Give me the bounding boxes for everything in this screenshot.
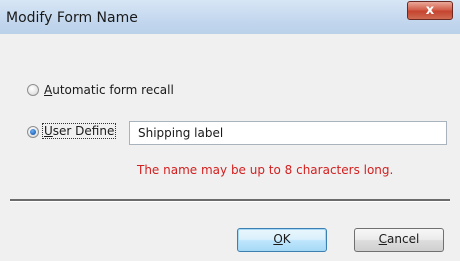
cancel-button[interactable]: Cancel (354, 228, 444, 252)
name-length-hint: The name may be up to 8 characters long. (137, 163, 394, 177)
ok-button[interactable]: OK (237, 228, 327, 252)
automatic-form-recall-radio[interactable] (27, 84, 39, 96)
automatic-form-recall-label[interactable]: Automatic form recall (44, 83, 174, 97)
user-define-label[interactable]: User Define (41, 123, 117, 139)
modify-form-name-dialog: Modify Form Name x Automatic form recall… (0, 0, 460, 261)
user-define-hotkey-letter: U (44, 124, 53, 138)
user-define-label-text: ser Define (52, 124, 115, 138)
ok-hotkey-letter: O (273, 232, 283, 246)
automatic-label-text: utomatic form recall (52, 83, 174, 97)
close-button[interactable]: x (407, 1, 453, 20)
close-icon: x (425, 3, 435, 18)
separator-line (10, 199, 450, 202)
title-bar: Modify Form Name x (0, 0, 460, 34)
automatic-hotkey-letter: A (44, 83, 53, 97)
dialog-title: Modify Form Name (6, 10, 138, 26)
form-name-input[interactable]: Shipping label (129, 121, 447, 145)
ok-label-text: K (282, 232, 291, 246)
dialog-body (0, 34, 460, 261)
cancel-label-text: ancel (387, 232, 420, 246)
cancel-hotkey-letter: C (378, 232, 388, 246)
user-define-radio[interactable] (27, 126, 39, 138)
